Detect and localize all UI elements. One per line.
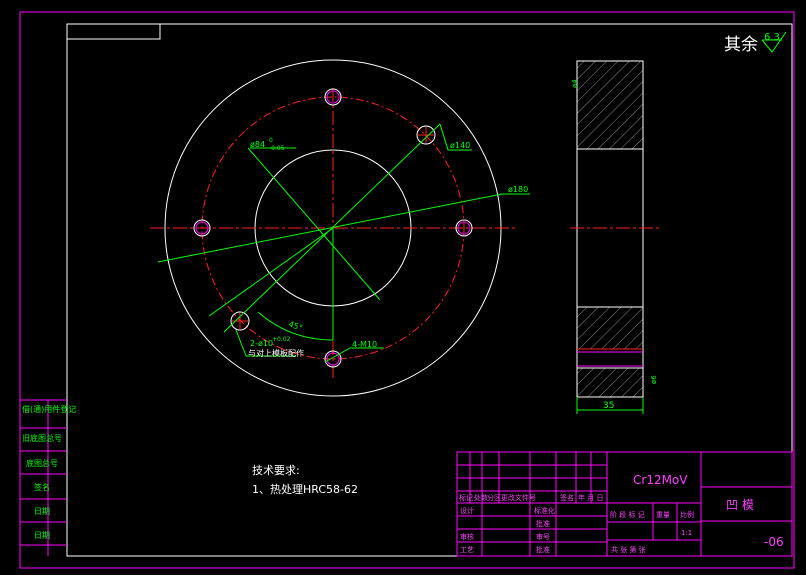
- side-label-sign: 签名: [34, 482, 50, 492]
- rev-hdr-1: 处数: [474, 493, 488, 502]
- corner-box: [66, 23, 161, 40]
- row-approve2: 批准: [536, 545, 550, 554]
- row-standard: 标准化: [534, 506, 555, 515]
- dim-angle: 45°: [287, 319, 303, 332]
- stage-hdr-0: 阶 段 标 记: [610, 510, 645, 519]
- dim-thickness: 35: [603, 401, 614, 411]
- section-hatch-bottom: [576, 306, 644, 350]
- roughness-value: 6.3: [764, 32, 780, 43]
- roughness-symbol: 其余 6.3: [724, 31, 787, 55]
- row-approve1: 批准: [536, 519, 550, 528]
- dim-pitch-circle: ø140: [450, 141, 470, 150]
- roughness-label: 其余: [724, 35, 758, 55]
- side-label-date2: 日期: [34, 531, 50, 540]
- dim-side-top: ø4: [571, 79, 579, 88]
- dim-side-bottom: ø6: [650, 375, 658, 384]
- section-hatch-top: [576, 60, 644, 150]
- leader-lines: [157, 123, 530, 363]
- rev-hdr-0: 标记: [459, 493, 473, 502]
- scale-value: 1:1: [681, 529, 692, 537]
- dim-bore-tol-upper: 0: [269, 137, 273, 144]
- rev-hdr-5: 年 月 日: [578, 493, 603, 502]
- drawing-number: -06: [764, 535, 784, 549]
- sheet-info: 共 张 第 张: [611, 545, 646, 554]
- side-label-old-base: 旧底图总号: [22, 433, 62, 443]
- rev-hdr-3: 更改文件号: [501, 493, 536, 502]
- left-binding-labels: 借(通)用件登记 旧底图总号 底图总号 签名 日期 日期: [22, 404, 76, 540]
- side-label-base: 底图总号: [26, 458, 58, 468]
- side-label-date1: 日期: [34, 507, 50, 516]
- dim-bore: ø84: [250, 140, 265, 149]
- tech-req-item-1: 1、热处理HRC58-62: [252, 483, 358, 496]
- dim-bore-tol-lower: -0.05: [269, 145, 285, 152]
- dim-pin-holes: 2-ø10: [250, 339, 273, 348]
- cad-drawing: 借(通)用件登记 旧底图总号 底图总号 签名 日期 日期 其余 6.3 ø84 …: [19, 11, 795, 569]
- pin-note: 与对上模板配作: [248, 348, 304, 358]
- dim-pin-tol: +0.02: [272, 336, 291, 343]
- row-review: 审核: [460, 532, 474, 541]
- rev-hdr-2: 分区: [487, 493, 501, 502]
- stage-hdr-1: 重量: [656, 511, 670, 519]
- front-view: ø84 0 -0.05 ø140 ø180 2-ø10 +0.02 45° 4-…: [150, 59, 530, 397]
- material: Cr12MoV: [633, 473, 688, 487]
- dim-outer: ø180: [508, 185, 528, 194]
- side-view: 35 ø4 ø6: [570, 60, 660, 414]
- part-name: 凹 模: [726, 498, 754, 512]
- dim-thread: 4-M10: [352, 340, 377, 349]
- side-label-borrowed: 借(通)用件登记: [22, 404, 76, 414]
- tech-req-title: 技术要求:: [252, 464, 300, 477]
- row-process: 工艺: [460, 546, 474, 554]
- rev-hdr-4: 签名: [560, 493, 574, 502]
- section-hatch-base: [576, 367, 644, 398]
- stage-hdr-2: 比例: [680, 510, 694, 519]
- row-audit: 审号: [536, 532, 550, 541]
- row-design: 设计: [460, 506, 474, 515]
